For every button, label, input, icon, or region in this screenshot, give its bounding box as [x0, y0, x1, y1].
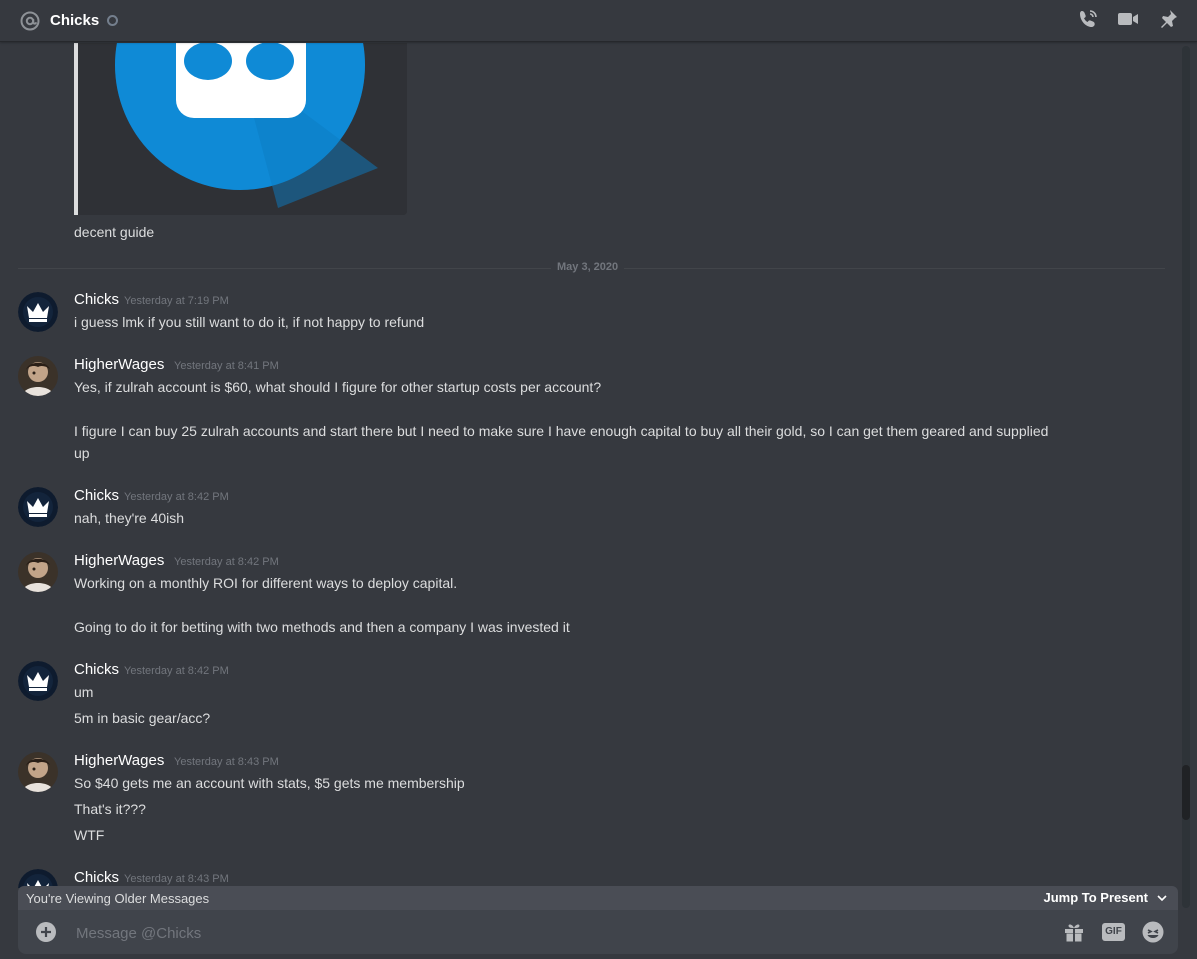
jump-to-present-button[interactable]: Jump To Present: [1043, 890, 1168, 905]
channel-header: Chicks: [0, 0, 1197, 42]
photo-avatar[interactable]: [18, 552, 58, 592]
call-icon[interactable]: [1077, 8, 1099, 30]
status-dot: [107, 15, 119, 26]
username[interactable]: Chicks: [74, 487, 119, 504]
timestamp: Yesterday at 8:43 PM: [174, 756, 279, 768]
pin-icon[interactable]: [1157, 8, 1179, 30]
message-text: That's it???: [74, 801, 146, 817]
embed-image[interactable]: [74, 43, 407, 215]
timestamp: Yesterday at 8:42 PM: [124, 665, 229, 677]
message-text: nah, they're 40ish: [74, 510, 185, 526]
scrollbar-thumb[interactable]: [1182, 765, 1190, 820]
gif-button[interactable]: GIF: [1102, 923, 1125, 941]
photo-avatar[interactable]: [18, 752, 58, 792]
message-text: Going to do it for betting with two meth…: [74, 619, 570, 635]
date-divider-label: May 3, 2020: [551, 261, 625, 273]
message-input[interactable]: [74, 910, 1038, 956]
username[interactable]: Chicks: [74, 291, 119, 308]
message-text: decent guide: [74, 224, 155, 240]
older-messages-bar: You're Viewing Older Messages Jump To Pr…: [18, 886, 1178, 910]
emoji-icon[interactable]: [1142, 921, 1164, 943]
username[interactable]: Chicks: [74, 869, 119, 886]
message-text: WTF: [74, 827, 105, 843]
timestamp: Yesterday at 8:42 PM: [174, 556, 279, 568]
older-messages-text: You're Viewing Older Messages: [26, 890, 210, 906]
timestamp: Yesterday at 8:43 PM: [124, 873, 229, 885]
timestamp: Yesterday at 8:42 PM: [124, 491, 229, 503]
message-text: So $40 gets me an account with stats, $5…: [74, 775, 465, 791]
crown-avatar[interactable]: [18, 292, 58, 332]
message-text: Working on a monthly ROI for different w…: [74, 575, 458, 591]
video-icon[interactable]: [1117, 8, 1139, 30]
message-composer: GIF: [18, 910, 1178, 956]
username[interactable]: HigherWages: [74, 356, 164, 373]
message-text: um: [74, 684, 94, 700]
photo-avatar[interactable]: [18, 356, 58, 396]
message-list[interactable]: decent guide May 3, 2020 Chicks Yesterda…: [0, 43, 1180, 888]
crown-avatar[interactable]: [18, 487, 58, 527]
crown-avatar[interactable]: [18, 661, 58, 701]
username[interactable]: HigherWages: [74, 552, 164, 569]
message-text: 5m in basic gear/acc?: [74, 710, 211, 726]
username[interactable]: HigherWages: [74, 752, 164, 769]
gift-icon[interactable]: [1063, 921, 1085, 943]
timestamp: Yesterday at 8:41 PM: [174, 360, 279, 372]
bot-logo-icon: [78, 43, 407, 215]
timestamp: Yesterday at 7:19 PM: [124, 295, 229, 307]
chevron-down-icon: [1157, 894, 1167, 901]
message-text: up: [74, 445, 90, 461]
message-text: Yes, if zulrah account is $60, what shou…: [74, 379, 602, 395]
message-text: i guess lmk if you still want to do it, …: [74, 314, 425, 330]
username[interactable]: Chicks: [74, 661, 119, 678]
channel-name: Chicks: [50, 12, 100, 29]
at-icon: [19, 10, 41, 32]
jump-to-present-label[interactable]: Jump To Present: [1043, 890, 1148, 905]
add-icon[interactable]: [35, 921, 57, 943]
message-text: I figure I can buy 25 zulrah accounts an…: [74, 423, 1049, 439]
